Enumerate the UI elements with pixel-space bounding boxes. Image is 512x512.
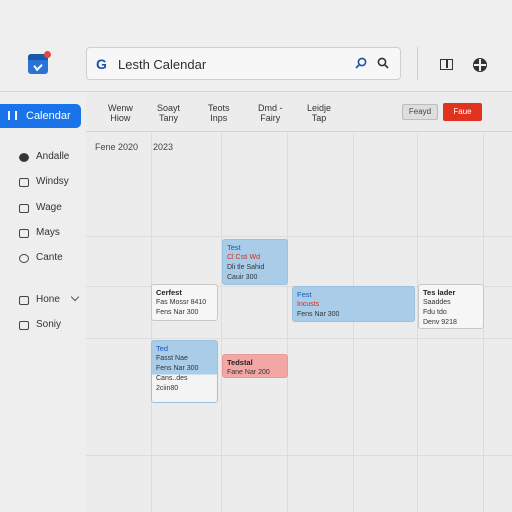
tab-view-3[interactable]: Teots Inps xyxy=(208,103,230,123)
event-detail: Denv 9218 xyxy=(423,319,457,326)
sidebar-item-label: Calendar xyxy=(26,110,71,122)
sidebar-item-label: Windsy xyxy=(36,176,69,187)
sidebar-item-calendar[interactable]: Calendar xyxy=(0,104,81,128)
event-detail: Cl Csti Wd xyxy=(227,254,261,261)
calendar-event[interactable]: Test Cl Csti Wd Dli tle Sahid Cauir 300 xyxy=(222,239,288,285)
tab-label-bottom: Tany xyxy=(159,113,179,123)
tab-label-top: Wenw xyxy=(108,103,133,113)
grid-divider xyxy=(86,455,512,456)
sidebar-item-mays[interactable]: Mays xyxy=(19,227,86,241)
event-title: Tedstal xyxy=(227,358,253,367)
people-icon xyxy=(19,153,29,162)
sidebar-item-soniy[interactable]: Soniy xyxy=(19,319,86,333)
tab-label-top: Soayt xyxy=(157,103,181,113)
event-detail: Cauir 300 xyxy=(227,274,258,281)
tab-label-bottom: Tap xyxy=(311,113,327,123)
map-icon xyxy=(19,229,29,238)
event-detail: Dli tle Sahid xyxy=(227,264,265,271)
tab-label-top: Leidje xyxy=(307,103,332,113)
globe-icon[interactable] xyxy=(473,58,487,72)
event-detail: Fens Nar 300 xyxy=(297,311,340,318)
tab-view-2[interactable]: Soayt Tany xyxy=(157,103,180,123)
event-detail: Cans..des xyxy=(156,375,188,382)
top-bar: G Lesth Calendar xyxy=(0,0,512,92)
event-detail: Fane Nar 200 xyxy=(227,369,270,376)
sidebar-item-label: Mays xyxy=(36,227,60,238)
event-title: Fest xyxy=(297,290,312,299)
calendar-event[interactable]: Tes lader Saaddes Fdu tdo Denv 9218 xyxy=(418,284,484,329)
date-label: Fene 2020 xyxy=(95,142,139,152)
event-detail: Saaddes xyxy=(423,299,451,306)
tab-view-1[interactable]: Wenw Hiow xyxy=(108,103,133,123)
tab-view-4[interactable]: Dmd - Fairy xyxy=(258,103,283,123)
person-icon xyxy=(19,296,29,305)
split-view-icon[interactable] xyxy=(440,59,453,70)
search-bar[interactable]: G Lesth Calendar xyxy=(86,47,401,80)
date-label: 2023 xyxy=(153,142,174,152)
event-detail: Fas Mossr 8410 xyxy=(156,299,207,306)
tab-label-bottom: Hiow xyxy=(110,113,131,123)
tab-label-top: Teots xyxy=(208,103,230,113)
tab-label-bottom: Fairy xyxy=(260,113,281,123)
event-detail: Fens Nar 300 xyxy=(156,309,199,316)
secondary-button[interactable]: Feayd xyxy=(402,104,438,120)
grid-divider xyxy=(86,338,512,339)
sidebar-item-label: Cante xyxy=(36,252,63,263)
event-title: Tes lader xyxy=(423,288,456,297)
grid-divider xyxy=(86,236,512,237)
sidebar-item-windsy[interactable]: Windsy xyxy=(19,176,86,190)
search-title: Lesth Calendar xyxy=(118,57,207,72)
event-title: Ted xyxy=(156,344,169,353)
header-actions xyxy=(417,47,507,80)
calendar-event[interactable]: Tedstal Fane Nar 200 xyxy=(222,354,288,378)
event-detail: 2ciin80 xyxy=(156,385,179,392)
tab-label-bottom: Inps xyxy=(210,113,228,123)
google-logo: G xyxy=(96,56,107,72)
tab-view-5[interactable]: Leidje Tap xyxy=(307,103,331,123)
primary-button[interactable]: Faue xyxy=(443,103,482,121)
calendar-event[interactable]: Cerfest Fas Mossr 8410 Fens Nar 300 xyxy=(151,284,218,321)
edit-icon xyxy=(19,204,29,213)
calendar-event[interactable]: Fest Incusts Fens Nar 300 xyxy=(292,286,415,322)
calendar-app-logo[interactable] xyxy=(28,51,51,74)
sidebar-item-label: Andalle xyxy=(36,151,70,162)
search-icon[interactable] xyxy=(355,57,367,69)
calendar-event[interactable]: Ted Fasst Nae Fens Nar 300 Cans..des 2ci… xyxy=(151,340,218,403)
event-detail: Fens Nar 300 xyxy=(156,365,199,372)
sidebar-item-wage[interactable]: Wage xyxy=(19,202,86,216)
event-detail: Fasst Nae xyxy=(156,355,188,362)
event-detail: Incusts xyxy=(297,301,320,308)
event-title: Test xyxy=(227,243,241,252)
sidebar-item-andalle[interactable]: Andalle xyxy=(19,151,86,165)
circle-icon xyxy=(19,254,29,263)
event-title: Cerfest xyxy=(156,288,182,297)
tab-label-top: Dmd - xyxy=(258,103,283,113)
sidebar-item-label: Soniy xyxy=(36,319,62,330)
event-detail: Fdu tdo xyxy=(423,309,447,316)
search-options-icon[interactable] xyxy=(377,57,389,69)
sidebar-item-label: Wage xyxy=(36,202,62,213)
calendar-icon xyxy=(8,111,17,120)
settings-icon xyxy=(19,321,29,330)
list-icon xyxy=(19,178,29,187)
sidebar-item-cante[interactable]: Cante xyxy=(19,252,86,266)
sidebar-item-label: Hone xyxy=(36,294,60,305)
